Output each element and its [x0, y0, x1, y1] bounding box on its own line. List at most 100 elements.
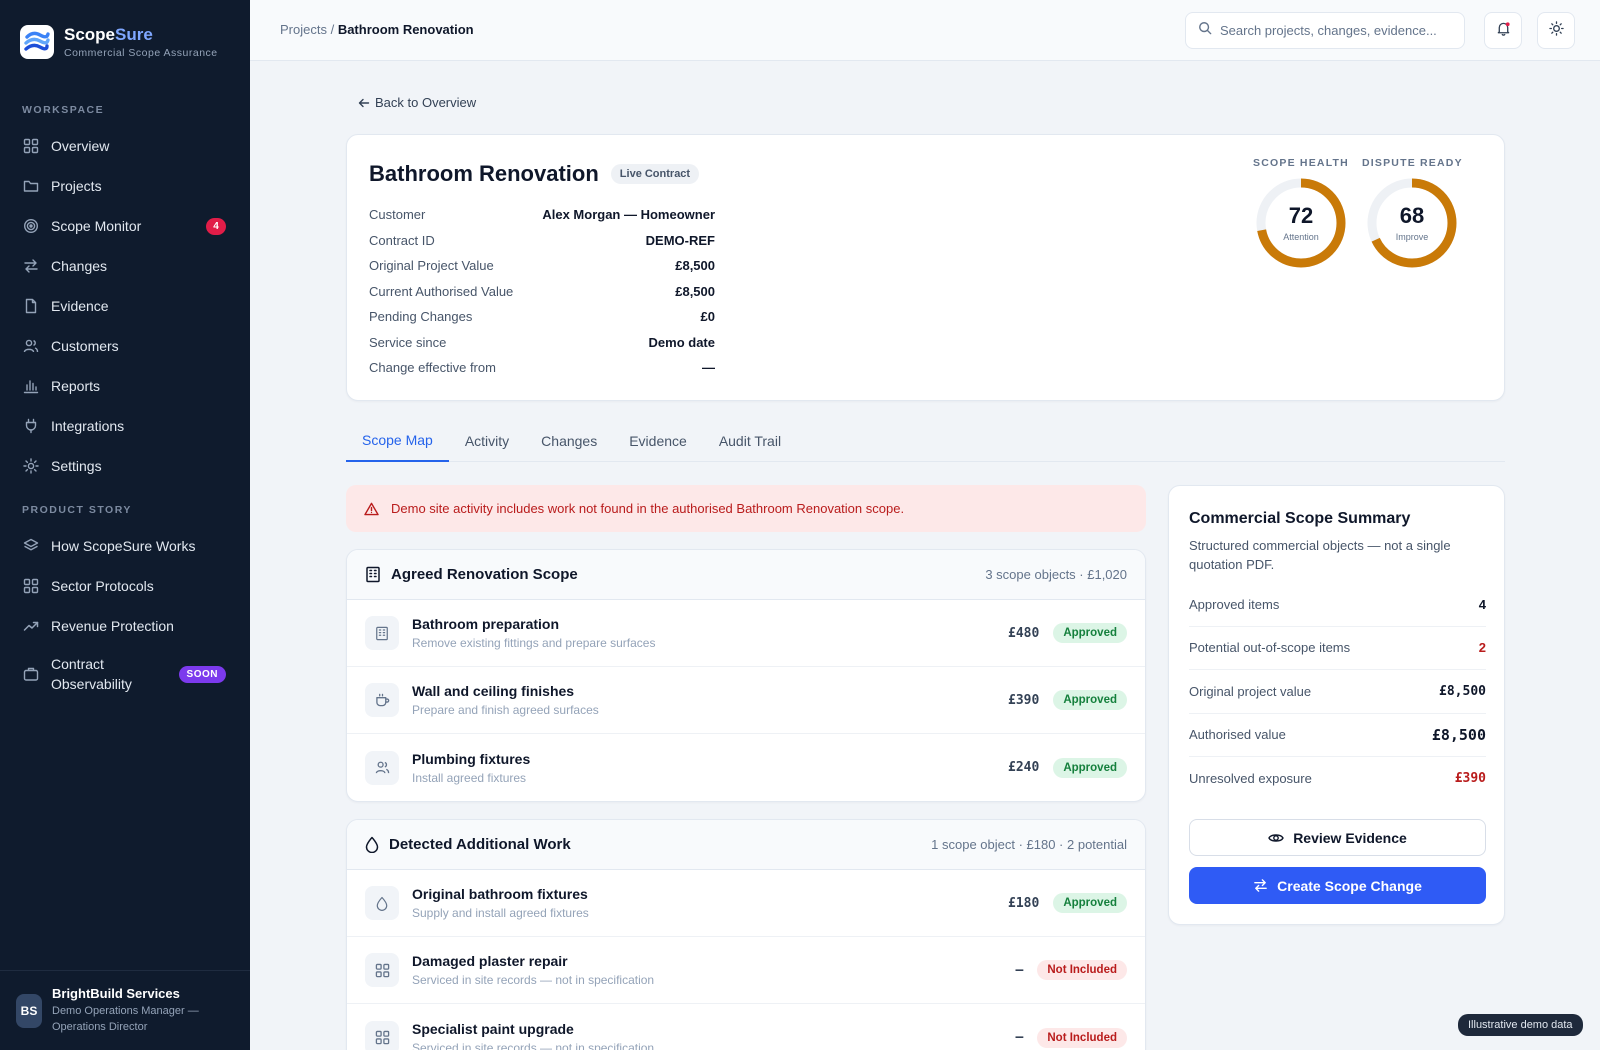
swap-icon — [22, 257, 40, 275]
sidebar-item-label: Integrations — [51, 418, 125, 434]
status-badge: Approved — [1053, 757, 1127, 778]
drop-icon — [365, 836, 379, 853]
sidebar-item-changes[interactable]: Changes — [0, 246, 250, 286]
back-link-label: Back to Overview — [375, 95, 477, 110]
summary-row-original-value: Original project value £8,500 — [1189, 670, 1486, 714]
summary-row-exposure: Unresolved exposure £390 — [1189, 771, 1486, 787]
search-input[interactable] — [1220, 23, 1450, 38]
svg-text:68: 68 — [1400, 203, 1424, 228]
summary-row-approved: Approved items 4 — [1189, 583, 1486, 627]
layers-icon — [22, 537, 40, 555]
meta-row-change-effective: Change effective from — — [369, 360, 715, 375]
summary-row-out-of-scope: Potential out-of-scope items 2 — [1189, 627, 1486, 670]
drop-icon — [365, 886, 399, 920]
scope-row[interactable]: Original bathroom fixtures Supply and ins… — [347, 870, 1145, 937]
tab-audit-trail[interactable]: Audit Trail — [703, 420, 797, 462]
target-icon — [22, 217, 40, 235]
plug-icon — [22, 417, 40, 435]
status-badge: Approved — [1053, 893, 1127, 913]
trend-icon — [22, 617, 40, 635]
status-badge: Not Included — [1037, 1027, 1127, 1048]
company-name: BrightBuild Services — [52, 986, 180, 1001]
sidebar-item-customers[interactable]: Customers — [0, 326, 250, 366]
sidebar-item-how-it-works[interactable]: How ScopeSure Works — [0, 526, 250, 566]
user-role: Demo Operations Manager — Operations Dire… — [52, 1005, 199, 1033]
sidebar-item-label: Projects — [51, 178, 102, 194]
summary-row-authorised-value: Authorised value £8,500 — [1189, 714, 1486, 757]
meta-row-pending-changes: Pending Changes £0 — [369, 309, 715, 324]
scope-row[interactable]: Specialist paint upgrade Serviced in site… — [347, 1004, 1145, 1050]
search-icon — [1198, 21, 1212, 40]
project-header-card: Bathroom Renovation Live Contract Custom… — [346, 134, 1505, 401]
workspace-section-label: WORKSPACE — [22, 104, 105, 116]
tab-activity[interactable]: Activity — [449, 420, 525, 462]
breadcrumb: Projects / Bathroom Renovation — [280, 22, 474, 37]
sidebar-item-overview[interactable]: Overview — [0, 126, 250, 166]
meta-row-authorised-value: Current Authorised Value £8,500 — [369, 283, 715, 299]
sidebar-item-evidence[interactable]: Evidence — [0, 286, 250, 326]
commercial-summary-card: Commercial Scope Summary Structured comm… — [1168, 485, 1505, 925]
summary-list: Approved items 4 Potential out-of-scope i… — [1189, 583, 1486, 801]
bell-icon — [1496, 21, 1511, 41]
building-icon — [365, 616, 399, 650]
avatar: BS — [16, 993, 42, 1028]
dispute-ready-gauge: DISPUTE READY 68 Improve — [1362, 157, 1462, 269]
sidebar-item-label: Sector Protocols — [51, 578, 154, 594]
sidebar-item-sector-protocols[interactable]: Sector Protocols — [0, 566, 250, 606]
sidebar-item-integrations[interactable]: Integrations — [0, 406, 250, 446]
review-evidence-button[interactable]: Review Evidence — [1189, 819, 1486, 856]
scope-monitor-count-badge: 4 — [206, 217, 226, 235]
warning-icon — [364, 502, 379, 516]
agreed-scope-panel: Agreed Renovation Scope 3 scope objects … — [346, 549, 1146, 802]
tab-scope-map[interactable]: Scope Map — [346, 420, 449, 462]
file-icon — [22, 297, 40, 315]
detected-work-summary: 1 scope object · £180 · 2 potential — [931, 837, 1127, 852]
detected-work-title: Detected Additional Work — [389, 836, 571, 853]
sidebar-item-contract-observability[interactable]: Contract Observability SOON — [0, 646, 250, 702]
tab-evidence[interactable]: Evidence — [613, 420, 703, 462]
scope-row[interactable]: Damaged plaster repair Serviced in site r… — [347, 937, 1145, 1004]
gear-icon — [22, 457, 40, 475]
create-scope-change-button[interactable]: Create Scope Change — [1189, 867, 1486, 904]
sidebar-item-label: Revenue Protection — [51, 618, 174, 634]
detected-work-panel: Detected Additional Work 1 scope object … — [346, 819, 1146, 1050]
users-icon — [365, 750, 399, 785]
page-title: Bathroom Renovation — [369, 161, 599, 186]
grid-icon — [365, 953, 399, 987]
cup-icon — [365, 683, 399, 717]
svg-text:Attention: Attention — [1283, 232, 1319, 242]
brand-name: ScopeSure — [64, 25, 153, 44]
scope-row[interactable]: Wall and ceiling finishes Prepare and fin… — [347, 667, 1145, 734]
brand[interactable]: ScopeSure Commercial Scope Assurance — [0, 0, 250, 62]
status-badge: Approved — [1053, 623, 1127, 643]
sidebar-item-revenue-protection[interactable]: Revenue Protection — [0, 606, 250, 646]
sidebar-item-settings[interactable]: Settings — [0, 446, 250, 486]
sun-icon — [1548, 20, 1564, 41]
sidebar-item-reports[interactable]: Reports — [0, 366, 250, 406]
account-switcher[interactable]: BS BrightBuild Services Demo Operations … — [0, 970, 250, 1050]
soon-badge: SOON — [178, 665, 226, 683]
sidebar-item-scope-monitor[interactable]: Scope Monitor 4 — [0, 206, 250, 246]
agreed-scope-title: Agreed Renovation Scope — [391, 566, 578, 583]
sidebar-item-projects[interactable]: Projects — [0, 166, 250, 206]
theme-toggle-button[interactable] — [1537, 12, 1575, 49]
sidebar-item-label: Customers — [51, 338, 119, 354]
scope-row[interactable]: Plumbing fixtures Install agreed fixtures… — [347, 734, 1145, 801]
notifications-button[interactable] — [1484, 12, 1522, 49]
project-meta-list: Customer Alex Morgan — Homeowner Contract… — [369, 207, 715, 386]
breadcrumb-current: Bathroom Renovation — [337, 22, 474, 37]
grid-icon — [22, 577, 40, 595]
breadcrumb-projects-link[interactable]: Projects — [280, 22, 327, 37]
arrow-left-icon — [358, 97, 370, 109]
search-box[interactable] — [1185, 12, 1465, 49]
svg-text:Improve: Improve — [1396, 232, 1429, 242]
back-to-overview-link[interactable]: Back to Overview — [358, 95, 476, 110]
scope-row[interactable]: Bathroom preparation Remove existing fitt… — [347, 600, 1145, 667]
briefcase-icon — [22, 665, 40, 683]
sidebar-item-label: Reports — [51, 378, 101, 394]
tab-changes[interactable]: Changes — [525, 420, 613, 462]
status-badge: Approved — [1053, 690, 1127, 710]
sidebar-item-label: How ScopeSure Works — [51, 538, 196, 554]
sidebar: ScopeSure Commercial Scope Assurance WOR… — [0, 0, 250, 1050]
svg-text:72: 72 — [1289, 203, 1313, 228]
